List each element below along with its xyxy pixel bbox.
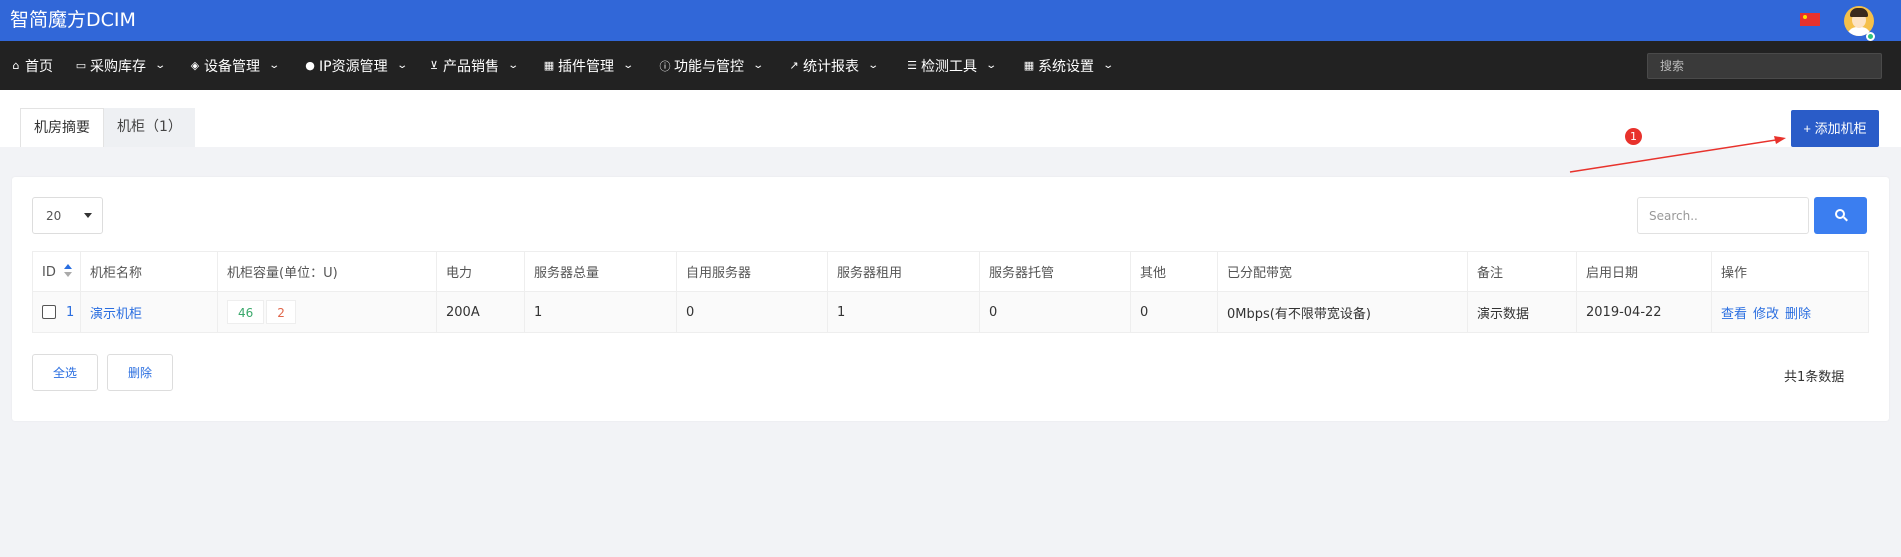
annotation-arrow: [1569, 136, 1786, 173]
cell-actions: 查看 修改 删除: [1711, 291, 1869, 333]
chevron-down-icon: ⌄: [395, 60, 408, 71]
capacity-used-badge: 46: [227, 300, 265, 324]
nav-item-function-control[interactable]: ⓘ 功能与管控 ⌄: [659, 41, 765, 90]
column-header: 启用日期: [1576, 251, 1712, 292]
chevron-down-icon: ⌄: [622, 60, 635, 71]
row-id-link[interactable]: 1: [66, 305, 74, 320]
tab-cabinets[interactable]: 机柜（1）: [104, 108, 195, 147]
nav-label: 统计报表: [803, 58, 859, 75]
nav-item-purchase-stock[interactable]: ▭ 采购库存 ⌄: [75, 41, 167, 90]
nav-label: 产品销售: [443, 58, 499, 75]
column-header: 操作: [1711, 251, 1869, 292]
cell-remark: 演示数据: [1467, 291, 1577, 333]
column-header: 服务器租用: [827, 251, 980, 292]
cell-name: 演示机柜: [80, 291, 218, 333]
delete-link[interactable]: 删除: [1785, 307, 1811, 322]
cabinet-name-link[interactable]: 演示机柜: [90, 307, 142, 322]
cabinet-list-card: 20 Search.. ID 机柜名称 机柜容量(单位：U) 电力 服务器总量 …: [12, 177, 1889, 421]
online-status-dot: [1866, 32, 1875, 41]
page-size-select[interactable]: 20: [32, 197, 103, 234]
select-all-button[interactable]: 全选: [32, 354, 98, 391]
cell-server-total: 1: [524, 291, 677, 333]
column-header: 电力: [436, 251, 525, 292]
nav-label: 检测工具: [921, 58, 977, 75]
cell-hosting: 0: [979, 291, 1131, 333]
column-header: 服务器总量: [524, 251, 677, 292]
grid-icon: ▦: [543, 59, 555, 72]
chevron-down-icon: ⌄: [268, 60, 281, 71]
column-header-id[interactable]: ID: [32, 251, 81, 292]
bulk-delete-button[interactable]: 删除: [107, 354, 173, 391]
cell-id: 1: [32, 291, 81, 333]
cell-power: 200A: [436, 291, 525, 333]
nav-label: 采购库存: [90, 58, 146, 75]
sort-icon[interactable]: [63, 263, 72, 278]
line-chart-icon: ↗: [789, 59, 799, 72]
map-marker-icon: ●: [305, 59, 315, 72]
nav-label: 功能与管控: [674, 58, 744, 75]
nav-item-device-management[interactable]: ◈ 设备管理 ⌄: [189, 41, 281, 90]
column-header: 备注: [1467, 251, 1577, 292]
column-header: 自用服务器: [676, 251, 828, 292]
nav-label: 首页: [25, 58, 53, 75]
nav-item-test-tools[interactable]: ☰ 检测工具 ⌄: [906, 41, 998, 90]
list-icon: ☰: [907, 59, 917, 72]
th-large-icon: ▦: [1023, 59, 1035, 72]
cube-icon: ◈: [190, 59, 200, 72]
page-size-value: 20: [46, 209, 62, 223]
column-header: 其他: [1130, 251, 1218, 292]
tab-room-summary[interactable]: 机房摘要: [20, 108, 104, 147]
search-button[interactable]: [1814, 197, 1867, 234]
cell-start-date: 2019-04-22: [1576, 291, 1712, 333]
cell-capacity: 46 2: [217, 291, 437, 333]
cell-self-use: 0: [676, 291, 828, 333]
total-count: 共1条数据: [1784, 370, 1845, 385]
app-title[interactable]: 智简魔方DCIM: [10, 8, 136, 32]
nav-item-ip-management[interactable]: ● IP资源管理 ⌄: [304, 41, 408, 90]
chevron-down-icon: ⌄: [985, 60, 998, 71]
table-header-row: ID 机柜名称 机柜容量(单位：U) 电力 服务器总量 自用服务器 服务器租用 …: [32, 251, 1869, 292]
nav-search-input[interactable]: 搜索: [1647, 53, 1882, 79]
chevron-down-icon: ⌄: [867, 60, 880, 71]
truck-icon: ▭: [75, 59, 87, 72]
view-link[interactable]: 查看: [1721, 307, 1747, 322]
nav-label: 插件管理: [558, 58, 614, 75]
nav-item-system-settings[interactable]: ▦ 系统设置 ⌄: [1023, 41, 1115, 90]
cart-icon: ⊻: [429, 59, 439, 72]
search-icon-handle: [1843, 216, 1848, 222]
chevron-down-icon: ⌄: [507, 60, 520, 71]
column-header: 服务器托管: [979, 251, 1131, 292]
nav-label: 系统设置: [1038, 58, 1094, 75]
table-row: 1 演示机柜 46 2 200A 1 0 1 0 0 0Mbps(有不限带宽设备)…: [32, 291, 1869, 333]
column-header: 已分配带宽: [1217, 251, 1468, 292]
nav-item-home[interactable]: ⌂ 首页: [10, 41, 54, 90]
nav-label: 设备管理: [204, 58, 260, 75]
nav-item-statistics[interactable]: ↗ 统计报表 ⌄: [788, 41, 880, 90]
annotation-badge: 1: [1625, 128, 1642, 145]
china-flag-icon[interactable]: [1800, 13, 1820, 26]
cabinet-table: ID 机柜名称 机柜容量(单位：U) 电力 服务器总量 自用服务器 服务器租用 …: [32, 251, 1869, 333]
info-icon: ⓘ: [659, 59, 671, 73]
column-header: 机柜名称: [80, 251, 218, 292]
nav-item-product-sales[interactable]: ⊻ 产品销售 ⌄: [428, 41, 520, 90]
nav-item-plugin-management[interactable]: ▦ 插件管理 ⌄: [543, 41, 635, 90]
row-checkbox[interactable]: [42, 304, 56, 319]
avatar-hair: [1850, 8, 1868, 17]
cell-rent: 1: [827, 291, 980, 333]
column-header: 机柜容量(单位：U): [217, 251, 437, 292]
main-nav: ⌂ 首页 ▭ 采购库存 ⌄ ◈ 设备管理 ⌄ ● IP资源管理 ⌄ ⊻ 产品销售…: [0, 41, 1901, 90]
cell-bandwidth: 0Mbps(有不限带宽设备): [1217, 291, 1468, 333]
edit-link[interactable]: 修改: [1753, 307, 1779, 322]
home-icon: ⌂: [12, 59, 20, 72]
top-header: 智简魔方DCIM: [0, 0, 1901, 41]
cell-other: 0: [1130, 291, 1218, 333]
caret-down-icon: [84, 213, 92, 218]
chevron-down-icon: ⌄: [154, 60, 167, 71]
chevron-down-icon: ⌄: [1102, 60, 1115, 71]
add-cabinet-button[interactable]: + 添加机柜: [1791, 110, 1879, 147]
table-search-input[interactable]: Search..: [1637, 197, 1809, 234]
chevron-down-icon: ⌄: [752, 60, 765, 71]
capacity-free-badge: 2: [266, 300, 296, 324]
nav-label: IP资源管理: [319, 58, 388, 75]
